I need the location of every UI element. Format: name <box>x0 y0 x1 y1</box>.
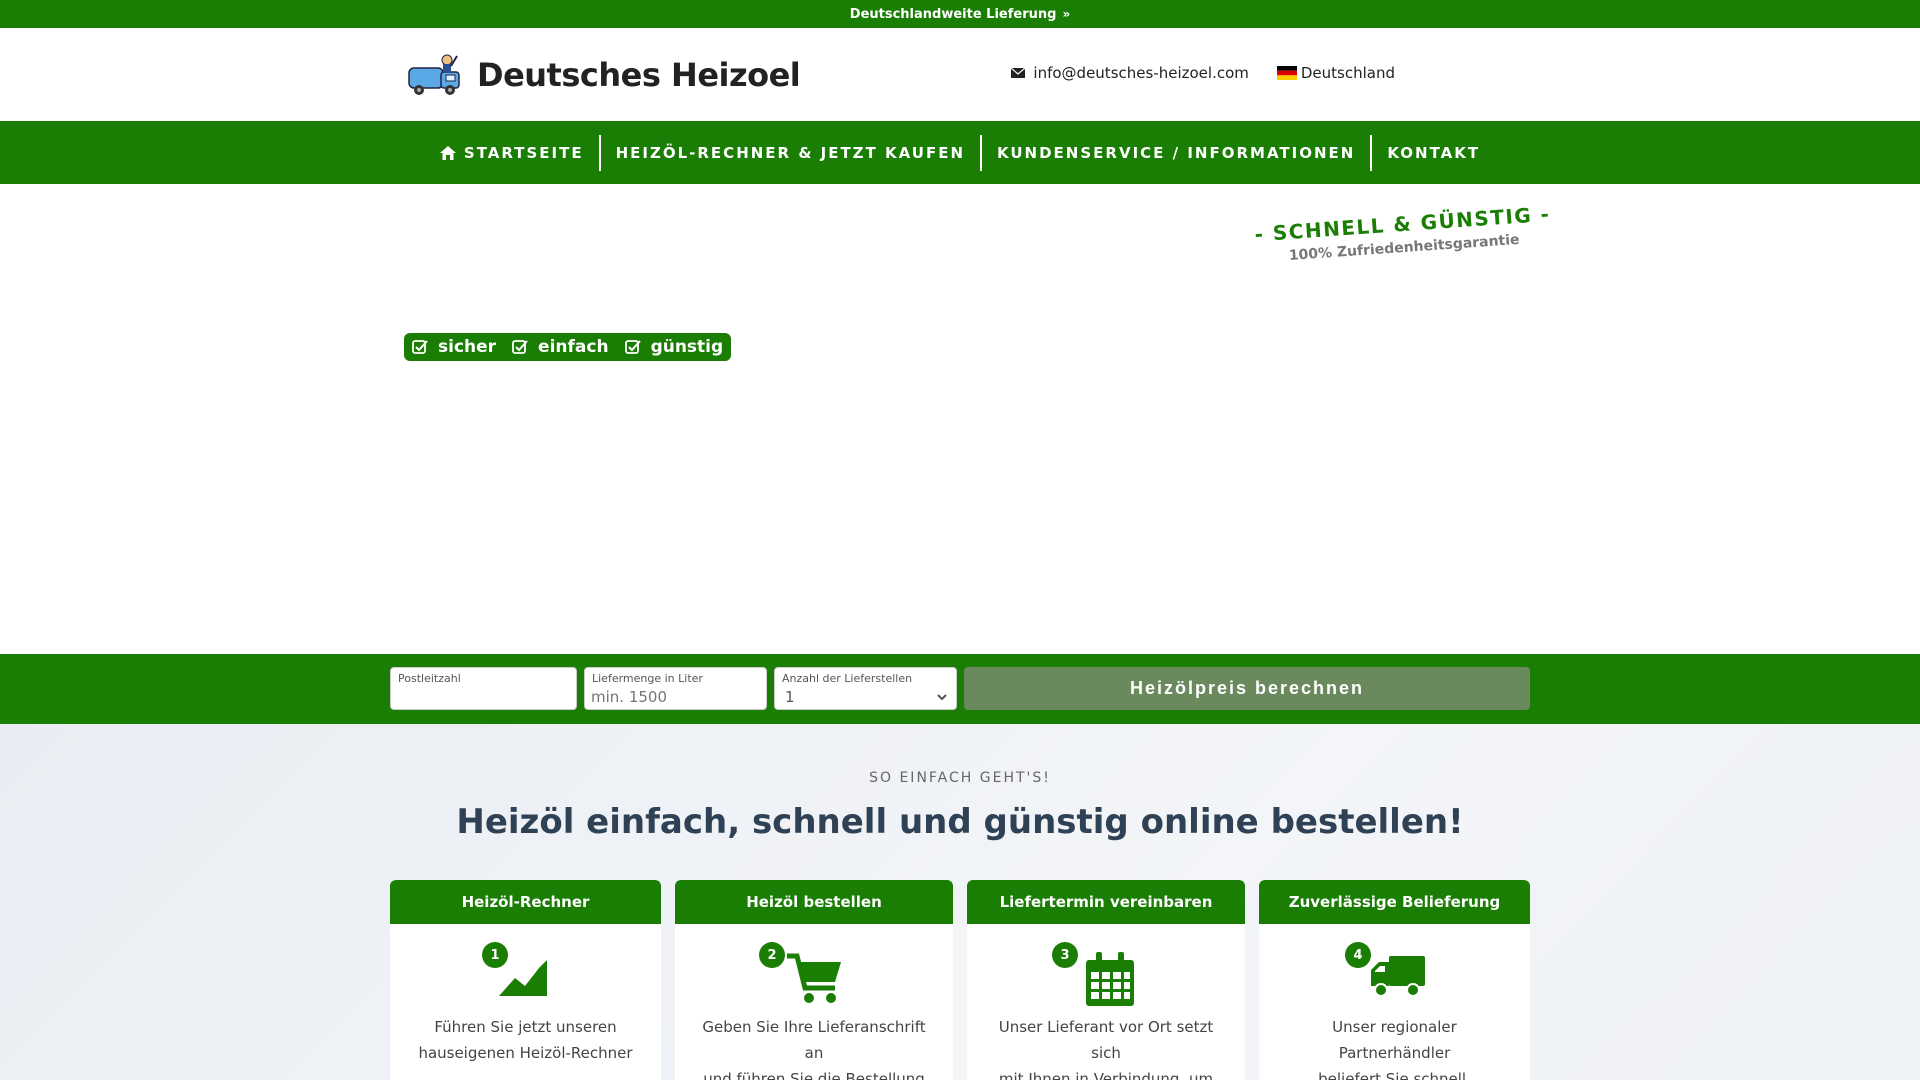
step-description: Führen Sie jetzt unseren hauseigenen Hei… <box>390 1014 661 1066</box>
brand-name: Deutsches Heizoel <box>477 56 801 94</box>
main-navigation: STARTSEITE HEIZÖL-RECHNER & JETZT KAUFEN… <box>0 121 1920 184</box>
nav-item-kundenservice[interactable]: KUNDENSERVICE / INFORMATIONEN <box>982 135 1370 171</box>
postal-code-field[interactable]: Postleitzahl <box>390 667 577 710</box>
area-chart-icon <box>499 960 547 996</box>
postal-code-label: Postleitzahl <box>398 672 461 685</box>
nav-label: KUNDENSERVICE / INFORMATIONEN <box>997 143 1356 162</box>
step-icon-area: 2 <box>675 924 953 1014</box>
delivery-amount-label: Liefermenge in Liter <box>592 672 703 685</box>
delivery-stations-label: Anzahl der Lieferstellen <box>782 672 913 685</box>
country-label: Deutschland <box>1300 64 1395 82</box>
home-icon <box>439 145 456 160</box>
truck-logo-icon <box>408 54 460 95</box>
badge-guenstig: günstig <box>624 337 724 357</box>
german-flag-icon <box>1276 66 1297 80</box>
step-text-line: mit Ihnen in Verbindung, um einen <box>998 1070 1214 1080</box>
announcement-text: Deutschlandweite Lieferung <box>849 6 1057 22</box>
nav-label: STARTSEITE <box>463 143 584 162</box>
how-it-works-section: SO EINFACH GEHT'S! Heizöl einfach, schne… <box>0 724 1920 1080</box>
step-text-line: beliefert Sie schnell, zuverlässig <box>1318 1070 1471 1080</box>
checkbox-checked-icon <box>412 340 428 354</box>
calendar-icon <box>1086 952 1134 1006</box>
step-text-line: Führen Sie jetzt unseren <box>434 1018 617 1036</box>
step-number: 3 <box>1052 942 1078 968</box>
double-chevron-right-icon: » <box>1062 7 1071 21</box>
shopping-cart-icon <box>787 953 841 1003</box>
delivery-amount-input[interactable] <box>591 686 760 708</box>
step-text-line: hauseigenen Heizöl-Rechner <box>418 1044 633 1062</box>
site-header: Deutsches Heizoel info@deutsches-heizoel… <box>0 28 1920 121</box>
delivery-amount-field[interactable]: Liefermenge in Liter <box>584 667 767 710</box>
badge-label: günstig <box>650 337 724 357</box>
section-eyebrow: SO EINFACH GEHT'S! <box>869 770 1051 786</box>
section-headline: Heizöl einfach, schnell und günstig onli… <box>456 802 1464 842</box>
badge-label: sicher <box>438 337 497 357</box>
truck-icon <box>1371 956 1425 997</box>
step-card-3: Liefertermin vereinbaren 3 Unser Liefera… <box>967 880 1245 1080</box>
nav-item-heizoel-rechner[interactable]: HEIZÖL-RECHNER & JETZT KAUFEN <box>601 135 980 171</box>
step-text-line: Unser Lieferant vor Ort setzt sich <box>998 1018 1214 1062</box>
step-description: Unser Lieferant vor Ort setzt sich mit I… <box>967 1014 1245 1080</box>
step-icon-area: 1 <box>390 924 661 1014</box>
step-icon-area: 4 <box>1259 924 1530 1014</box>
feature-badges: sicher einfach günstig <box>404 333 732 361</box>
step-text-line: und führen Sie die Bestellung <box>703 1070 925 1080</box>
badge-einfach: einfach <box>512 337 609 357</box>
country-selector[interactable]: Deutschland <box>1276 64 1395 82</box>
step-title: Heizöl bestellen <box>675 880 953 924</box>
checkbox-checked-icon <box>512 340 528 354</box>
step-number: 2 <box>759 942 785 968</box>
logo[interactable]: Deutsches Heizoel <box>405 50 801 100</box>
step-card-4: Zuverlässige Belieferung 4 Unser regiona… <box>1259 880 1530 1080</box>
step-text-line: Unser regionaler Partnerhändler <box>1332 1018 1457 1062</box>
envelope-icon <box>1011 68 1026 78</box>
checkbox-checked-icon <box>624 340 641 354</box>
step-title: Zuverlässige Belieferung <box>1259 880 1530 924</box>
price-calculator-bar: Postleitzahl Liefermenge in Liter Anzahl… <box>0 654 1920 724</box>
step-card-2: Heizöl bestellen 2 Geben Sie Ihre Liefer… <box>675 880 953 1080</box>
header-contact: info@deutsches-heizoel.com Deutschland <box>1011 64 1395 82</box>
badge-sicher: sicher <box>412 337 496 357</box>
nav-label: KONTAKT <box>1387 143 1481 162</box>
step-icon-area: 3 <box>967 924 1245 1014</box>
calculate-price-button[interactable]: Heizölpreis berechnen <box>964 667 1530 710</box>
delivery-stations-field[interactable]: Anzahl der Lieferstellen 1 <box>774 667 957 710</box>
step-description: Unser regionaler Partnerhändler beliefer… <box>1259 1014 1530 1080</box>
step-title: Heizöl-Rechner <box>390 880 661 924</box>
hero-section <box>0 184 1920 654</box>
postal-code-input[interactable] <box>397 686 570 708</box>
email-link[interactable]: info@deutsches-heizoel.com <box>1033 64 1248 82</box>
step-card-1: Heizöl-Rechner 1 Führen Sie jetzt unsere… <box>390 880 661 1080</box>
badge-label: einfach <box>538 337 609 357</box>
nav-item-startseite[interactable]: STARTSEITE <box>425 135 599 171</box>
top-announcement-bar[interactable]: Deutschlandweite Lieferung » <box>0 0 1920 28</box>
delivery-stations-select[interactable]: 1 <box>781 686 950 708</box>
step-title: Liefertermin vereinbaren <box>967 880 1245 924</box>
step-description: Geben Sie Ihre Lieferanschrift an und fü… <box>675 1014 953 1080</box>
step-text-line: Geben Sie Ihre Lieferanschrift an <box>702 1018 926 1062</box>
nav-label: HEIZÖL-RECHNER & JETZT KAUFEN <box>615 143 966 162</box>
nav-item-kontakt[interactable]: KONTAKT <box>1372 135 1495 171</box>
